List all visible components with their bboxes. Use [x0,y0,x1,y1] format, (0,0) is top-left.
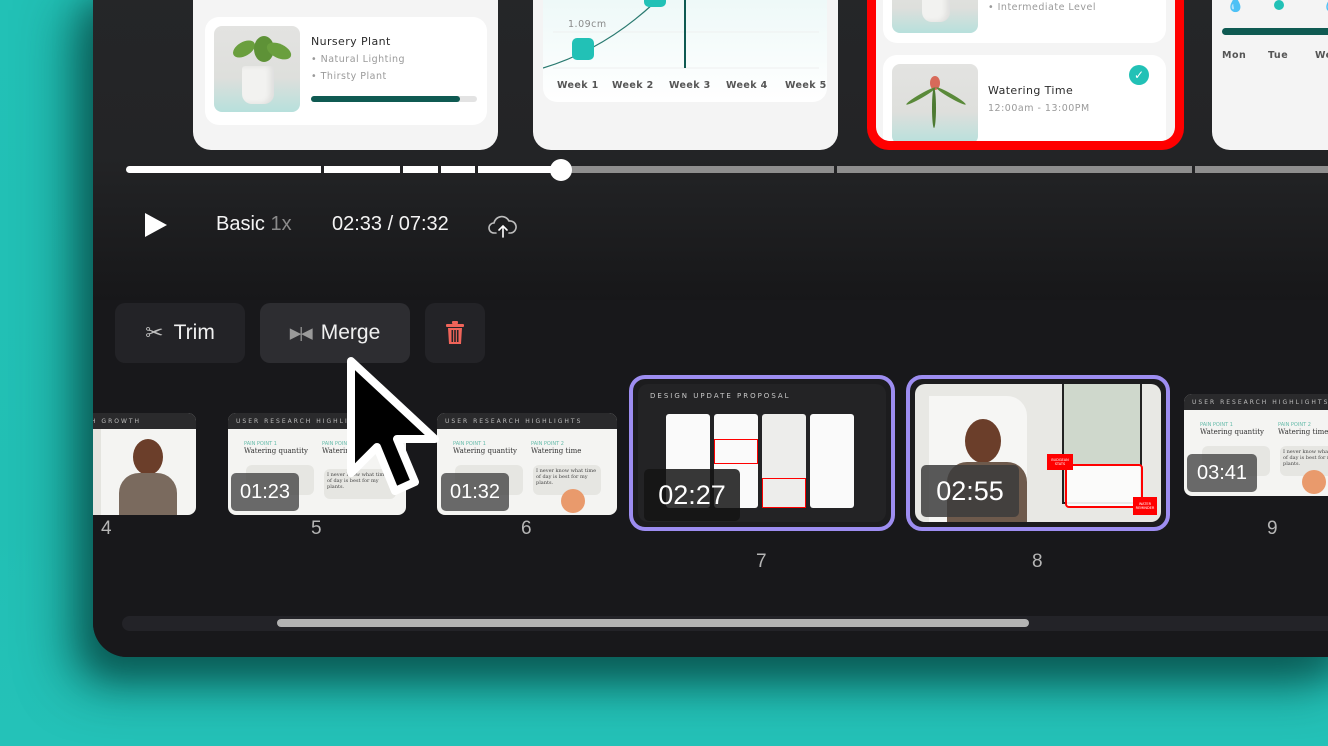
week-progress-bar [1222,28,1328,35]
plant-bullet-2: • Thirsty Plant [311,71,387,82]
video-editor-window: Nursery Plant • Natural Lighting • Thirs… [93,0,1328,657]
presenter-thumbnail [133,439,163,475]
plant-title: Nursery Plant [311,35,391,48]
time-display: 02:33 / 07:32 [332,213,449,235]
clip-duration: 02:27 [644,469,740,521]
avatar [1302,470,1326,494]
timeline-chapter-4[interactable] [441,166,475,173]
plant-bullet-1: • Natural Lighting [311,54,406,65]
preview-phone-2: 1.09cm Week 1 Week 2 Week 3 Week 4 Week … [533,0,838,150]
clip-6[interactable]: USER RESEARCH HIGHLIGHTS PAIN POINT 1 Wa… [437,413,617,515]
play-button[interactable] [145,213,167,237]
data-point-week1 [572,38,594,60]
video-preview-area: Nursery Plant • Natural Lighting • Thirs… [93,0,1328,300]
check-icon: ✓ [1129,65,1149,85]
clip-duration: 03:41 [1187,454,1257,492]
merge-icon: ▶|◀ [289,325,313,342]
schedule-item-2-title: Watering Time [988,84,1074,97]
preview-phone-4: 💧 💧 Mon Tue We [1212,0,1328,150]
week-label-5: Week 5 [785,80,827,91]
schedule-item-watering: Watering Time 12:00am - 13:00PM ✓ [883,55,1166,141]
growth-line [543,0,658,69]
total-time: 07:32 [398,213,449,235]
delete-button[interactable] [425,303,485,363]
horizontal-scrollbar-thumb[interactable] [277,619,1029,627]
presenter-thumbnail [965,419,1001,463]
clip-number: 9 [1267,518,1278,539]
mouse-cursor-icon [347,357,439,495]
trim-button[interactable]: ✂ Trim [115,303,245,363]
clip-duration: 02:55 [921,465,1019,517]
schedule-item-1: 11:00am - 12:00am • Intermediate Level [883,0,1166,43]
clip-number: 7 [756,551,767,572]
data-point-week2 [644,0,666,7]
week-label-3: Week 3 [669,80,711,91]
clip-4[interactable]: H GROWTH [93,413,196,515]
day-label-wed: We [1315,50,1328,61]
current-time: 02:33 [332,213,383,235]
clip-number: 5 [311,518,322,539]
clips-strip: H GROWTH 4 USER RESEARCH HIGHLIGHTS PAIN… [93,375,1328,593]
plant-progress-fill [311,96,461,102]
week-label-2: Week 2 [612,80,654,91]
week-label-1: Week 1 [557,80,599,91]
dot-icon [1274,0,1284,10]
water-drop-icon: 💧 [1226,0,1245,13]
day-label-tue: Tue [1268,50,1289,61]
plant-image [892,64,978,141]
schedule-item-2-time: 12:00am - 13:00PM [988,103,1090,114]
avatar [561,489,585,513]
clip-duration: 01:23 [231,473,299,511]
clip-8-selected[interactable]: BUDGEAN STATS WATER REMINDER 02:55 [906,375,1170,531]
timeline-chapter-6[interactable] [837,166,1192,173]
playhead-handle[interactable] [550,159,572,181]
clip-number: 8 [1032,551,1043,572]
clip-number: 6 [521,518,532,539]
timeline-chapter-3[interactable] [403,166,438,173]
growth-chart-card: 1.09cm Week 1 Week 2 Week 3 Week 4 Week … [543,0,827,102]
clip-9[interactable]: USER RESEARCH HIGHLIGHTS PAIN POINT 1 Wa… [1184,394,1328,496]
plant-image [892,0,978,33]
timeline-chapter-7[interactable] [1195,166,1328,173]
preview-phone-3-highlighted: 11:00am - 12:00am • Intermediate Level W… [867,0,1184,150]
day-label-mon: Mon [1222,50,1247,61]
timeline-chapter-5-remaining[interactable] [562,166,834,173]
plant-progress-bar [311,96,477,102]
playback-speed-selector[interactable]: Basic 1x [216,213,292,236]
plant-image [214,26,300,112]
trash-icon [446,321,464,344]
clip-7-selected[interactable]: DESIGN UPDATE PROPOSAL 02:27 [629,375,895,531]
data-point-label: 1.09cm [568,19,607,30]
merge-button[interactable]: ▶|◀ Merge [260,303,410,363]
schedule-item-1-bullet: • Intermediate Level [988,2,1097,13]
clip-number: 4 [101,518,112,539]
timeline-chapter-2[interactable] [324,166,400,173]
scissors-icon: ✂ [145,320,164,345]
water-drop-icon: 💧 [1322,0,1328,13]
timeline-chapter-1[interactable] [126,166,321,173]
slide-mock-4 [810,414,854,508]
preview-phone-1: Nursery Plant • Natural Lighting • Thirs… [193,0,498,150]
horizontal-scrollbar-track[interactable] [122,616,1328,631]
week-label-4: Week 4 [726,80,768,91]
cloud-upload-icon[interactable] [488,213,518,239]
plant-card-nursery: Nursery Plant • Natural Lighting • Thirs… [205,17,487,125]
playback-timeline[interactable] [126,159,1328,193]
